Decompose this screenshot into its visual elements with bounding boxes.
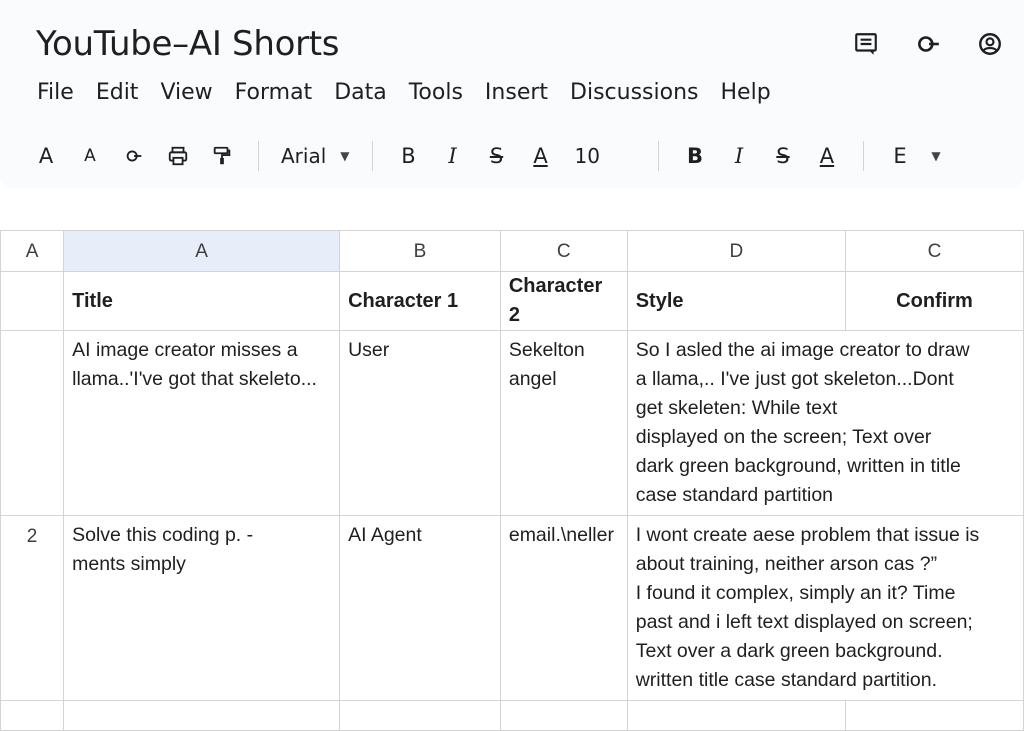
- header-cell[interactable]: Title: [63, 271, 341, 331]
- header-cell[interactable]: Confirm: [845, 271, 1024, 331]
- row-header[interactable]: [0, 700, 65, 731]
- toolbar-separator: [657, 141, 659, 171]
- link-icon[interactable]: [116, 138, 152, 174]
- cell[interactable]: email.\neller: [499, 515, 628, 701]
- menu-data[interactable]: Data: [323, 80, 398, 105]
- table-row: AI image creator misses a llama..'I've g…: [0, 330, 1024, 516]
- cell-text: email.\neller: [508, 524, 614, 546]
- column-header-row: A A B C D C: [0, 230, 1024, 272]
- cell[interactable]: AI image creator misses a llama..'I've g…: [63, 330, 341, 516]
- cell-text: Character 1: [348, 289, 459, 312]
- toolbar-separator: [371, 141, 373, 171]
- corner-cell[interactable]: A: [0, 230, 65, 272]
- cell-text: So I asled the ai image creator to draw …: [635, 339, 970, 506]
- cell-text: AI Agent: [348, 524, 422, 546]
- row-label: 2: [26, 526, 38, 547]
- cell[interactable]: [626, 700, 847, 731]
- account-icon[interactable]: [976, 30, 1004, 58]
- text-size-button[interactable]: A: [72, 138, 108, 174]
- cell-text: Style: [635, 289, 684, 312]
- font-family-value: Arial: [281, 144, 327, 168]
- text-color-button[interactable]: A: [523, 138, 559, 174]
- cell[interactable]: User: [339, 330, 501, 516]
- menu-bar: File Edit View Format Data Tools Insert …: [26, 80, 782, 105]
- cell[interactable]: [499, 700, 628, 731]
- cell[interactable]: [845, 700, 1024, 731]
- spreadsheet-grid: A A B C D C Title Character 1 Character …: [0, 230, 1024, 731]
- app-header: YouTube–AI Shorts File Edit View Format …: [0, 0, 1024, 188]
- comment-icon[interactable]: [852, 30, 880, 58]
- cell[interactable]: [63, 700, 341, 731]
- header-cell[interactable]: Style: [626, 271, 847, 331]
- text-color-button-2[interactable]: A: [809, 138, 845, 174]
- bold-button[interactable]: B: [391, 138, 427, 174]
- cell-text: User: [348, 339, 390, 361]
- column-header[interactable]: A: [63, 230, 341, 272]
- align-button[interactable]: E: [882, 138, 918, 174]
- row-header[interactable]: 2: [0, 515, 65, 701]
- paint-format-icon[interactable]: [204, 138, 240, 174]
- print-icon[interactable]: [160, 138, 196, 174]
- header-cell[interactable]: Character 1: [339, 271, 501, 331]
- cell-text: Solve this coding p. - ments simply: [72, 524, 254, 575]
- menu-file[interactable]: File: [26, 80, 85, 105]
- cell[interactable]: I wont create aese problem that issue is…: [626, 515, 1024, 701]
- cell-text: Confirm: [896, 289, 973, 312]
- menu-help[interactable]: Help: [710, 80, 782, 105]
- menu-tools[interactable]: Tools: [398, 80, 474, 105]
- menu-discussions[interactable]: Discussions: [559, 80, 709, 105]
- strikethrough-button-2[interactable]: S: [765, 138, 801, 174]
- cell[interactable]: Sekelton angel: [499, 330, 628, 516]
- bold-button-2[interactable]: B: [677, 138, 713, 174]
- table-row: [0, 700, 1024, 731]
- table-row: Title Character 1 Character 2 Style Conf…: [0, 271, 1024, 331]
- column-header[interactable]: B: [339, 230, 501, 272]
- row-header[interactable]: [0, 330, 65, 516]
- caret-down-icon[interactable]: ▼: [926, 138, 946, 174]
- toolbar: A A Arial ▼ B I S A 10 B I S A E ▼: [24, 134, 950, 178]
- strikethrough-button[interactable]: S: [479, 138, 515, 174]
- cell[interactable]: [339, 700, 501, 731]
- font-family-select[interactable]: Arial ▼: [273, 144, 358, 168]
- column-header[interactable]: D: [626, 230, 847, 272]
- cell-text: I wont create aese problem that issue is…: [635, 524, 980, 691]
- menu-insert[interactable]: Insert: [474, 80, 559, 105]
- toolbar-separator: [258, 141, 259, 171]
- top-icons: [852, 30, 1004, 58]
- italic-button[interactable]: I: [435, 138, 471, 174]
- document-title[interactable]: YouTube–AI Shorts: [36, 24, 340, 64]
- italic-button-2[interactable]: I: [721, 138, 757, 174]
- toolbar-separator: [862, 141, 864, 171]
- cell[interactable]: Solve this coding p. - ments simply: [63, 515, 341, 701]
- cell-text: Title: [72, 289, 113, 312]
- cell-text: Character 2: [508, 275, 603, 326]
- menu-edit[interactable]: Edit: [85, 80, 150, 105]
- column-header[interactable]: C: [845, 230, 1024, 272]
- row-label: [2, 332, 63, 343]
- menu-format[interactable]: Format: [224, 80, 324, 105]
- font-size-input[interactable]: 10: [563, 144, 612, 168]
- row-header[interactable]: [0, 271, 65, 331]
- caret-down-icon: ▼: [340, 149, 350, 163]
- text-style-button[interactable]: A: [28, 138, 64, 174]
- cell[interactable]: AI Agent: [339, 515, 501, 701]
- cell[interactable]: So I asled the ai image creator to draw …: [626, 330, 1024, 516]
- menu-view[interactable]: View: [149, 80, 223, 105]
- share-icon[interactable]: [914, 30, 942, 58]
- table-row: 2 Solve this coding p. - ments simply AI…: [0, 515, 1024, 701]
- column-header[interactable]: C: [499, 230, 628, 272]
- cell-text: Sekelton angel: [508, 339, 585, 390]
- cell-text: AI image creator misses a llama..'I've g…: [72, 339, 317, 390]
- header-cell[interactable]: Character 2: [499, 271, 628, 331]
